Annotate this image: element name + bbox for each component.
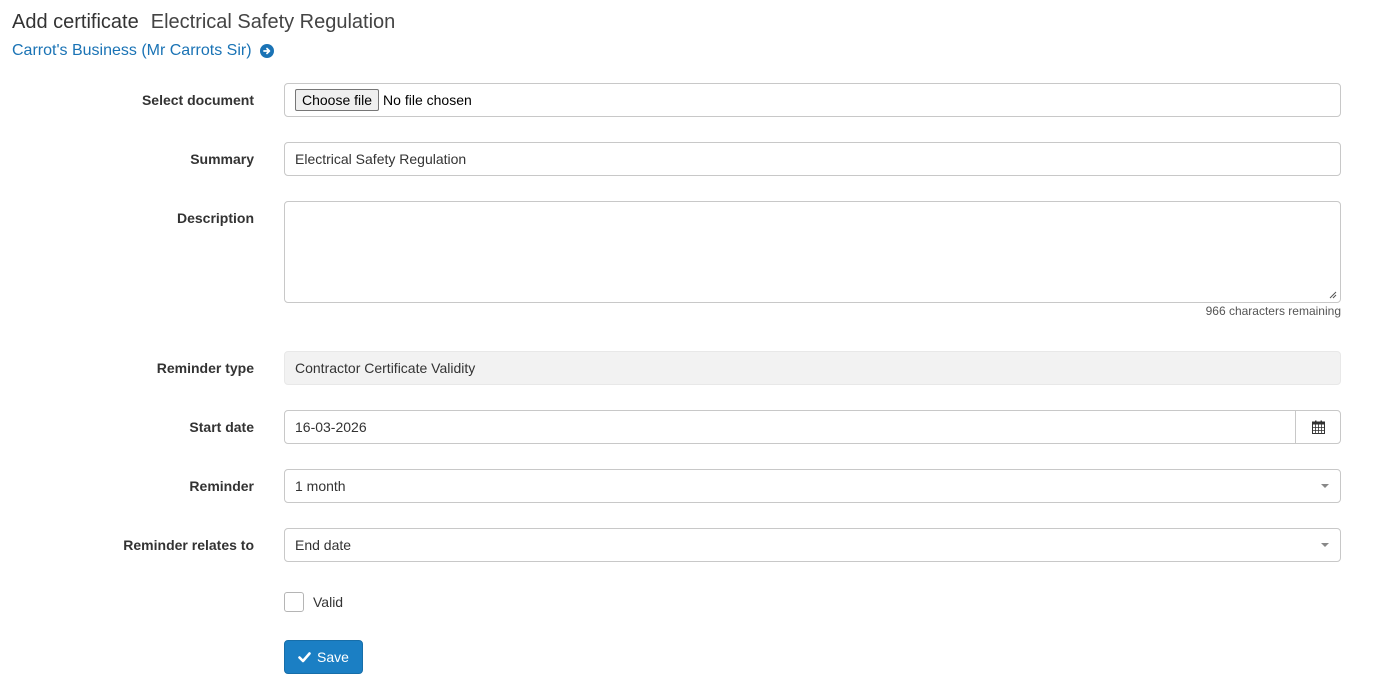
summary-input[interactable]: Electrical Safety Regulation bbox=[284, 142, 1341, 176]
page-subtitle: Electrical Safety Regulation bbox=[150, 11, 396, 33]
reminder-select[interactable]: 1 month bbox=[284, 469, 1341, 503]
start-date-value: 16-03-2026 bbox=[295, 419, 367, 435]
description-char-counter: 966 characters remaining bbox=[1205, 304, 1341, 318]
chevron-down-icon bbox=[1321, 543, 1329, 547]
arrow-circle-right-icon[interactable] bbox=[259, 44, 274, 58]
description-textarea[interactable] bbox=[284, 201, 1341, 303]
chevron-down-icon bbox=[1321, 484, 1329, 488]
calendar-icon bbox=[1311, 420, 1325, 434]
valid-checkbox-row: Valid bbox=[284, 592, 343, 612]
description-label: Description bbox=[176, 210, 254, 226]
summary-value: Electrical Safety Regulation bbox=[295, 151, 467, 167]
save-button[interactable]: Save bbox=[284, 640, 363, 674]
resize-grip-icon[interactable] bbox=[1329, 291, 1337, 299]
reminder-value: 1 month bbox=[295, 478, 346, 494]
reminder-label: Reminder bbox=[189, 478, 254, 494]
reminder-relates-to-select[interactable]: End date bbox=[284, 528, 1341, 562]
page-header: Add certificate Electrical Safety Regulat… bbox=[12, 9, 395, 62]
summary-label: Summary bbox=[190, 151, 254, 167]
choose-file-button[interactable]: Choose file bbox=[295, 89, 380, 111]
business-row: Carrot's Business (Mr Carrots Sir) bbox=[12, 40, 395, 62]
reminder-relates-to-value: End date bbox=[295, 537, 352, 553]
file-input[interactable]: Choose file No file chosen bbox=[284, 83, 1341, 117]
check-icon bbox=[298, 651, 311, 662]
page-title: Add certificate bbox=[12, 11, 139, 33]
valid-label: Valid bbox=[313, 594, 344, 610]
select-document-label: Select document bbox=[141, 92, 254, 108]
page-title-row: Add certificate Electrical Safety Regulat… bbox=[12, 9, 395, 35]
start-date-label: Start date bbox=[189, 419, 254, 435]
file-status-text: No file chosen bbox=[383, 92, 472, 108]
reminder-type-label: Reminder type bbox=[156, 360, 254, 376]
valid-checkbox[interactable] bbox=[284, 592, 304, 612]
calendar-button[interactable] bbox=[1295, 411, 1340, 443]
business-link[interactable]: Carrot's Business (Mr Carrots Sir) bbox=[12, 40, 252, 62]
save-label: Save bbox=[317, 649, 349, 665]
reminder-type-field: Contractor Certificate Validity bbox=[284, 351, 1341, 385]
start-date-input[interactable]: 16-03-2026 bbox=[284, 410, 1341, 444]
reminder-relates-to-label: Reminder relates to bbox=[123, 537, 254, 553]
reminder-type-value: Contractor Certificate Validity bbox=[295, 360, 476, 376]
